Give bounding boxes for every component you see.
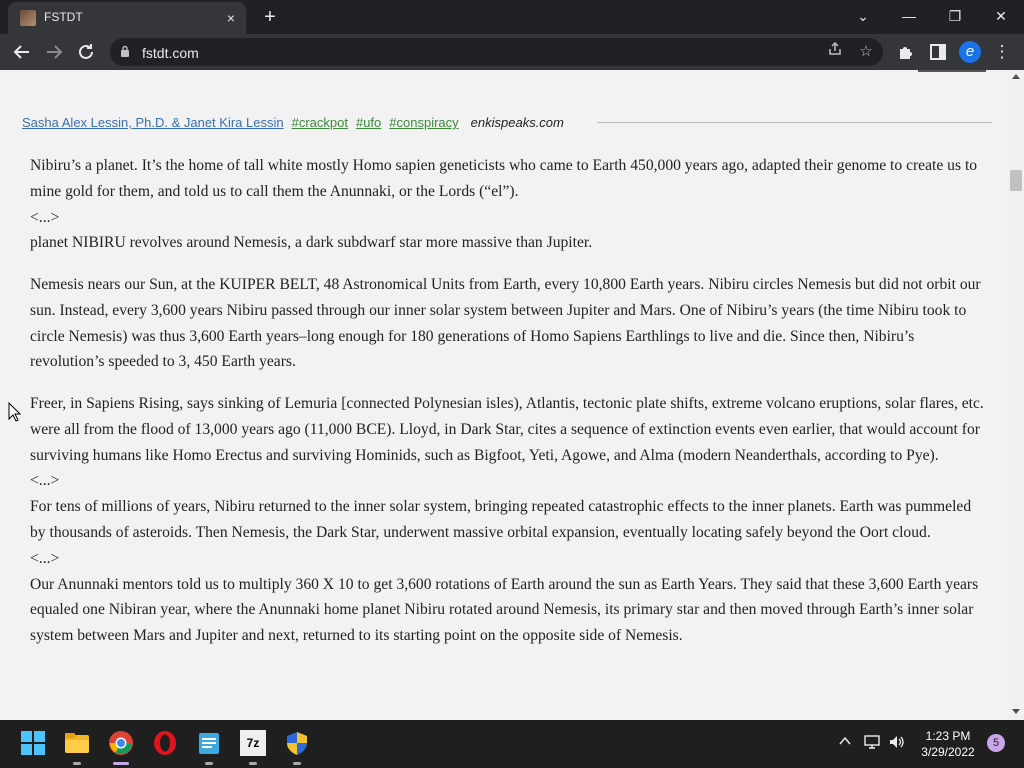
lock-icon [121, 45, 129, 57]
security-shield-icon[interactable] [284, 730, 310, 756]
system-clock[interactable]: 1:23 PM 3/29/2022 [915, 728, 981, 760]
file-explorer-icon[interactable] [64, 730, 90, 756]
post-paragraph: Freer, in Sapiens Rising, says sinking o… [30, 394, 984, 645]
volume-icon[interactable] [888, 734, 906, 752]
post-paragraph: Nibiru’s a planet. It’s the home of tall… [30, 157, 978, 252]
mouse-cursor-icon [8, 402, 22, 422]
tag-link[interactable]: #crackpot [292, 115, 348, 130]
page-content: Sasha Alex Lessin, Ph.D. & Janet Kira Le… [0, 70, 1008, 720]
source-site: enkispeaks.com [470, 115, 564, 130]
notification-badge[interactable]: 5 [987, 734, 1005, 752]
chrome-icon[interactable] [108, 730, 134, 756]
7zip-icon[interactable]: 7z [240, 730, 266, 756]
restore-button[interactable]: ❐ [935, 4, 975, 28]
browser-toolbar: fstdt.com ☆ ⋮ [0, 34, 1024, 70]
notepad-icon[interactable] [196, 730, 222, 756]
active-indicator [113, 762, 129, 765]
show-hidden-icons-chevron-icon[interactable] [836, 734, 854, 752]
minimize-button[interactable]: — [889, 4, 929, 28]
windows-taskbar: 7z 1:23 PM 3/29/2022 5 [0, 720, 1024, 768]
running-indicator [249, 762, 257, 765]
tab-strip: FSTDT × + ⌄ — ❐ ✕ [0, 0, 1024, 34]
tab-fstdt[interactable]: FSTDT × [8, 2, 246, 34]
post-body: Nibiru’s a planet. It’s the home of tall… [30, 153, 990, 665]
opera-icon[interactable] [152, 730, 178, 756]
post-paragraph: Nemesis nears our Sun, at the KUIPER BEL… [30, 275, 981, 371]
site-favicon-icon [20, 10, 36, 26]
tag-link[interactable]: #conspiracy [389, 115, 458, 130]
running-indicator [293, 762, 301, 765]
tab-search-button[interactable]: ⌄ [843, 4, 883, 28]
header-underline [918, 70, 986, 72]
reload-icon[interactable] [74, 40, 98, 64]
network-icon[interactable] [863, 734, 881, 752]
tab-close-icon[interactable]: × [222, 9, 240, 27]
menu-kebab-icon[interactable]: ⋮ [990, 40, 1014, 64]
tag-link[interactable]: #ufo [356, 115, 381, 130]
extensions-puzzle-icon[interactable] [894, 40, 918, 64]
vertical-scrollbar[interactable] [1008, 70, 1024, 720]
tab-title: FSTDT [44, 10, 83, 24]
new-tab-button[interactable]: + [258, 6, 282, 28]
side-panel-icon[interactable] [926, 40, 950, 64]
running-indicator [205, 762, 213, 765]
scroll-up-arrow-icon[interactable] [1012, 74, 1020, 79]
windows-start-icon[interactable] [20, 730, 46, 756]
bookmark-star-icon[interactable]: ☆ [855, 41, 877, 63]
share-icon[interactable] [824, 41, 846, 63]
post-meta: Sasha Alex Lessin, Ph.D. & Janet Kira Le… [22, 115, 992, 131]
author-link[interactable]: Sasha Alex Lessin, Ph.D. & Janet Kira Le… [22, 115, 284, 130]
clock-time: 1:23 PM [925, 729, 971, 743]
profile-avatar[interactable]: e [959, 41, 981, 63]
scrollbar-thumb[interactable] [1010, 170, 1022, 191]
forward-arrow-icon[interactable] [42, 40, 66, 64]
address-bar[interactable]: fstdt.com ☆ [110, 38, 883, 66]
clock-date: 3/29/2022 [921, 745, 975, 759]
running-indicator [73, 762, 81, 765]
close-window-button[interactable]: ✕ [981, 4, 1021, 28]
url-text: fstdt.com [142, 45, 199, 61]
meta-divider [597, 122, 992, 123]
back-arrow-icon[interactable] [10, 40, 34, 64]
scroll-down-arrow-icon[interactable] [1012, 709, 1020, 714]
